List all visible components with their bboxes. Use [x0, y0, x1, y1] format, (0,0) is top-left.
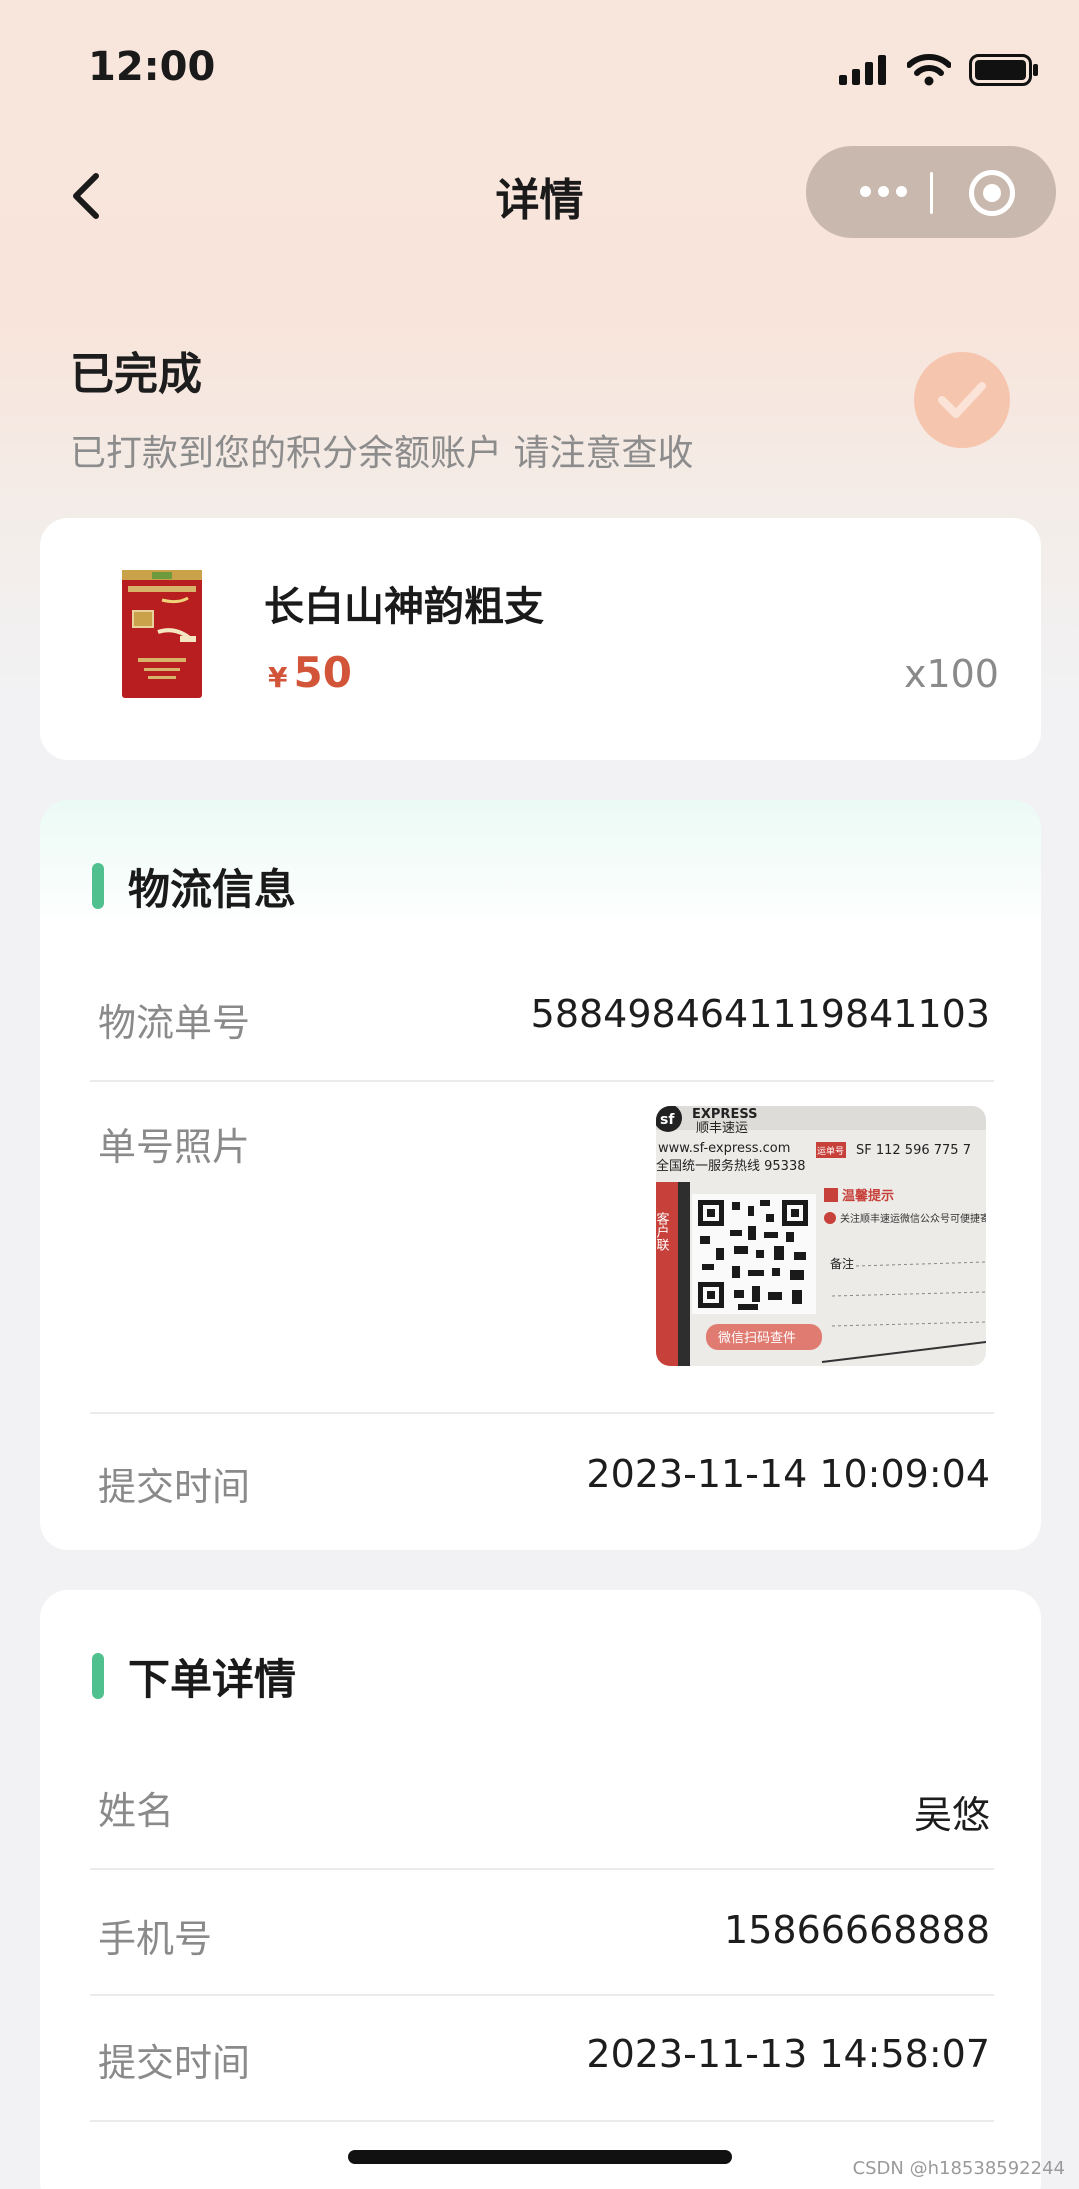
status-icons — [839, 50, 1039, 90]
status-time: 12:00 — [88, 44, 216, 90]
completed-check-icon — [914, 352, 1010, 448]
row-label: 物流单号 — [98, 1001, 251, 1045]
row-label: 提交时间 — [98, 1465, 251, 1509]
logistics-header: 物流信息 — [92, 856, 296, 916]
customer-name: 吴悠 — [913, 1793, 990, 1837]
watermark: CSDN @h18538592244 — [852, 2158, 1065, 2179]
row-label: 提交时间 — [98, 2041, 251, 2085]
status-bar: 12:00 — [0, 0, 1079, 140]
section-title: 下单详情 — [128, 1654, 297, 1704]
product-image — [122, 570, 202, 698]
capsule-divider — [930, 172, 933, 214]
close-miniprogram-icon[interactable] — [969, 170, 1015, 216]
order-status: 已完成 已打款到您的积分余额账户 请注意查收 — [70, 338, 1020, 474]
price-value: 50 — [293, 648, 352, 697]
more-icon[interactable] — [860, 186, 907, 197]
signal-icon — [839, 55, 886, 85]
submit-time: 2023-11-14 10:09:04 — [586, 1452, 990, 1496]
photo-tip-title: 温馨提示 — [842, 1188, 894, 1204]
photo-brand-cn: 顺丰速运 — [696, 1121, 748, 1136]
photo-hotline: 全国统一服务热线 95338 — [656, 1158, 806, 1174]
product-quantity: x100 — [903, 652, 999, 696]
waybill-photo-row: 单号照片 sf EXPRESS 顺丰速运 www.sf-express.com … — [90, 1082, 994, 1414]
miniprogram-capsule — [806, 146, 1056, 238]
product-name: 长白山神韵粗支 — [264, 584, 544, 630]
order-details-card: 下单详情 姓名 吴悠 手机号 15866668888 提交时间 2023-11-… — [40, 1590, 1041, 2189]
photo-site: www.sf-express.com — [658, 1141, 790, 1156]
order-submit-time: 2023-11-13 14:58:07 — [586, 2032, 990, 2076]
waybill-photo[interactable]: sf EXPRESS 顺丰速运 www.sf-express.com 全国统一服… — [656, 1106, 986, 1366]
photo-brand: EXPRESS — [692, 1107, 757, 1122]
photo-remark: 备注 — [830, 1256, 854, 1271]
currency-symbol: ¥ — [268, 661, 288, 694]
home-indicator[interactable] — [348, 2150, 732, 2164]
row-label: 姓名 — [98, 1789, 175, 1833]
section-accent-bar — [92, 1653, 104, 1699]
name-row: 姓名 吴悠 — [90, 1740, 994, 1870]
wifi-icon — [907, 54, 951, 86]
row-label: 手机号 — [98, 1917, 213, 1961]
product-card[interactable]: 长白山神韵粗支 ¥50 x100 — [40, 518, 1041, 760]
tracking-number-row: 物流单号 5884984641119841103 — [90, 950, 994, 1082]
tracking-number[interactable]: 5884984641119841103 — [531, 992, 990, 1036]
navigation-bar: 详情 — [0, 140, 1079, 250]
row-label: 单号照片 — [98, 1125, 251, 1169]
section-title: 物流信息 — [128, 864, 297, 914]
phone-row: 手机号 15866668888 — [90, 1870, 994, 1996]
order-time-row: 提交时间 2023-11-13 14:58:07 — [90, 1996, 994, 2122]
logistics-card: 物流信息 物流单号 5884984641119841103 单号照片 sf EX… — [40, 800, 1041, 1550]
svg-text:sf: sf — [660, 1112, 675, 1128]
photo-side-label: 客户联 — [656, 1211, 669, 1252]
photo-waybill: SF 112 596 775 7 — [856, 1143, 971, 1158]
product-price: ¥50 — [268, 648, 352, 697]
photo-tip-text: 关注顺丰速运微信公众号可便捷寄快递、查快递。 — [840, 1212, 986, 1225]
status-title: 已完成 — [70, 349, 202, 400]
battery-icon — [969, 54, 1038, 86]
order-header: 下单详情 — [92, 1646, 296, 1706]
status-subtitle: 已打款到您的积分余额账户 请注意查收 — [70, 433, 694, 474]
photo-waybill-label: 运单号 — [817, 1145, 844, 1157]
section-accent-bar — [92, 863, 104, 909]
submit-time-row: 提交时间 2023-11-14 10:09:04 — [90, 1414, 994, 1550]
phone-number[interactable]: 15866668888 — [724, 1908, 990, 1952]
photo-scan-label: 微信扫码查件 — [718, 1331, 796, 1346]
